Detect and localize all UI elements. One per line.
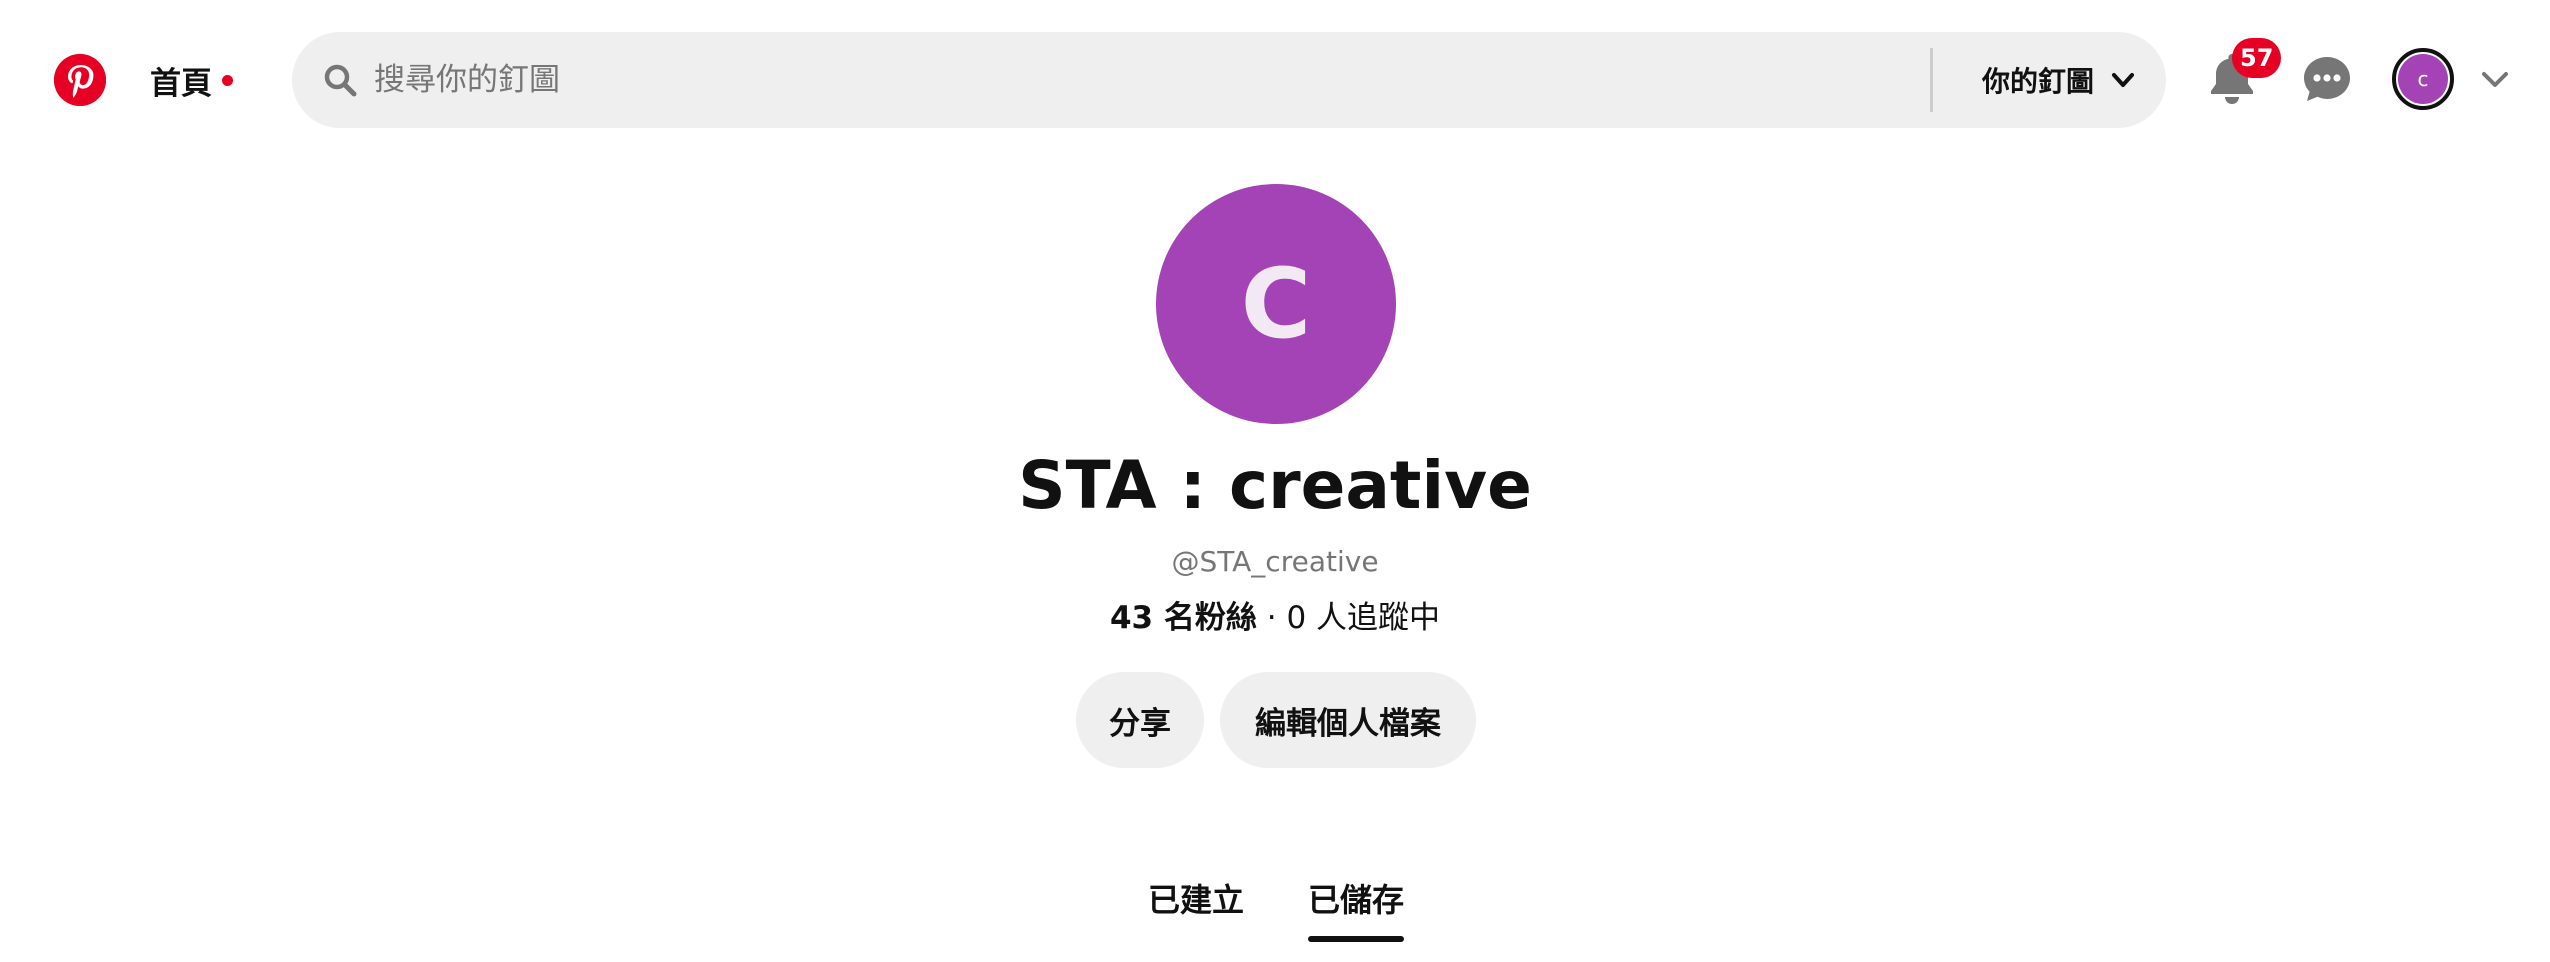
chevron-down-icon[interactable]: [2480, 64, 2510, 94]
search-scope-label: 你的釘圖: [1982, 65, 2095, 98]
search-icon: [324, 64, 357, 97]
stats-separator: ·: [1266, 600, 1277, 636]
search-bar[interactable]: 你的釘圖: [292, 32, 2166, 128]
profile-handle: @STA_creative: [1171, 545, 1379, 578]
edit-profile-button[interactable]: 編輯個人檔案: [1220, 672, 1476, 768]
top-navigation-bar: 首頁 你的釘圖 57 c: [0, 0, 2550, 160]
notification-count-badge: 57: [2232, 38, 2282, 78]
chevron-down-icon: [2112, 73, 2135, 87]
avatar: c: [2398, 54, 2448, 104]
home-label: 首頁: [150, 65, 212, 102]
account-avatar-button[interactable]: c: [2392, 48, 2454, 110]
tab-saved[interactable]: 已儲存: [1308, 870, 1404, 926]
profile-avatar: C: [1156, 184, 1396, 424]
home-link[interactable]: 首頁: [150, 44, 233, 116]
followers-count[interactable]: 43 名粉絲: [1110, 600, 1257, 636]
active-tab-indicator: [1308, 936, 1404, 942]
home-notification-dot: [222, 74, 233, 86]
search-input[interactable]: [372, 50, 1872, 110]
profile-stats: 43 名粉絲 · 0 人追蹤中: [0, 594, 2550, 642]
profile-name: STA : creative: [1018, 447, 1532, 524]
search-scope-dropdown[interactable]: 你的釘圖: [1982, 50, 2136, 110]
search-divider: [1930, 48, 1933, 112]
pinterest-logo-icon[interactable]: [54, 54, 106, 106]
share-button[interactable]: 分享: [1076, 672, 1204, 768]
tab-created[interactable]: 已建立: [1148, 870, 1244, 926]
following-count[interactable]: 0 人追蹤中: [1286, 600, 1440, 636]
chat-bubble-icon[interactable]: [2302, 54, 2352, 104]
